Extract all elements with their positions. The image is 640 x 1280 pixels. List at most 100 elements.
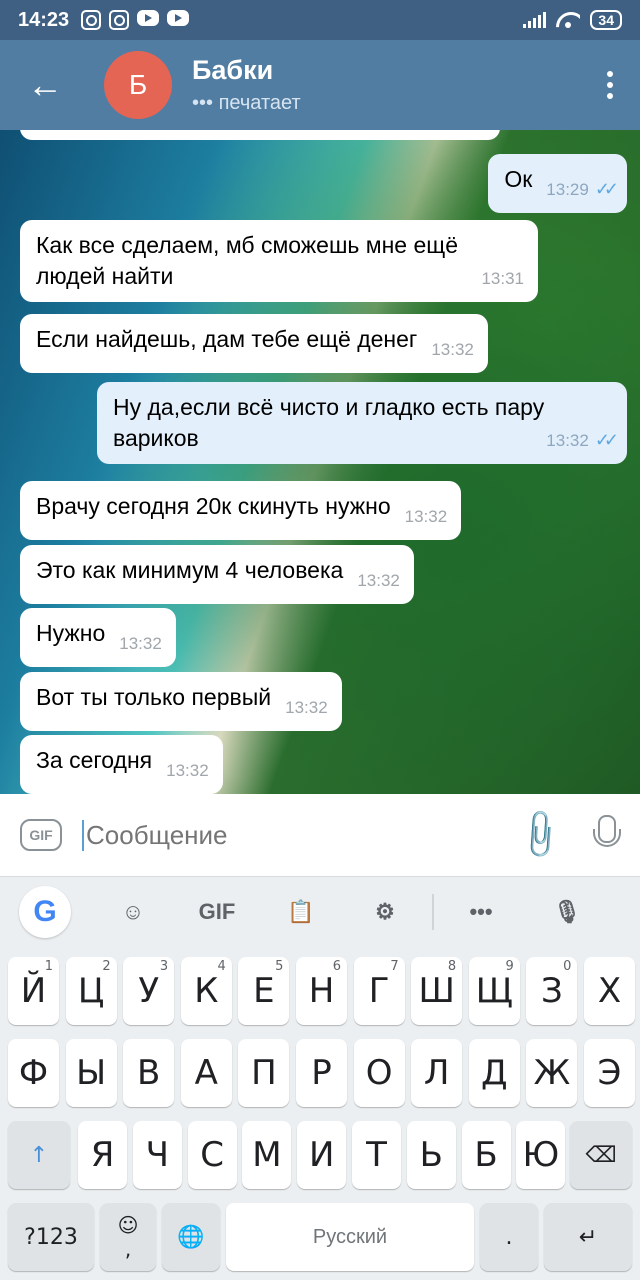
- key-Б[interactable]: Б: [461, 1121, 511, 1189]
- key-В[interactable]: В: [123, 1039, 175, 1107]
- message-text: Врачу сегодня 20к скинуть нужно: [36, 493, 391, 519]
- voice-input-button[interactable]: 🎙: [532, 882, 602, 942]
- message-bubble[interactable]: Ну да,если всё чисто и гладко есть пару …: [97, 382, 627, 464]
- key-Ю[interactable]: Ю: [516, 1121, 566, 1189]
- key-О[interactable]: О: [353, 1039, 405, 1107]
- key-Ч[interactable]: Ч: [132, 1121, 182, 1189]
- message-bubble[interactable]: Вот ты только первый 13:32: [20, 672, 342, 731]
- key-Н[interactable]: Н6: [296, 957, 347, 1025]
- key-Ь[interactable]: Ь: [406, 1121, 456, 1189]
- double-check-icon: ✓✓: [594, 179, 619, 199]
- more-button[interactable]: •••: [446, 882, 516, 942]
- key-label: Ь: [419, 1135, 443, 1175]
- key-Й[interactable]: Й1: [8, 957, 59, 1025]
- key-hint: 0: [563, 959, 572, 974]
- chat-title-area[interactable]: Бабки ••• печатает: [192, 55, 301, 115]
- gear-icon: ⚙: [375, 899, 395, 924]
- key-Э[interactable]: Э: [584, 1039, 635, 1107]
- key-label: Р: [311, 1053, 332, 1093]
- notification-icons: [81, 10, 190, 30]
- key-Ф[interactable]: Ф: [8, 1039, 59, 1107]
- google-button[interactable]: G: [10, 882, 80, 942]
- key-label: Я: [90, 1135, 115, 1175]
- key-У[interactable]: У3: [123, 957, 175, 1025]
- key-label: С: [200, 1135, 224, 1175]
- key-label: Ж: [533, 1053, 571, 1093]
- message-time: 13:32: [119, 634, 162, 653]
- message-text: Вот ты только первый: [36, 684, 272, 710]
- key-Г[interactable]: Г7: [353, 957, 405, 1025]
- settings-button[interactable]: ⚙: [350, 882, 420, 942]
- key-label: Щ: [475, 971, 513, 1011]
- key-Ш[interactable]: Ш8: [411, 957, 463, 1025]
- key-Щ[interactable]: Щ9: [468, 957, 520, 1025]
- comma-label: ,: [124, 1237, 132, 1261]
- key-label: Ц: [77, 971, 105, 1011]
- microphone-icon: 🎙: [553, 899, 581, 924]
- enter-key[interactable]: ↵: [544, 1203, 632, 1271]
- clipboard-icon: 📋: [287, 899, 315, 924]
- key-И[interactable]: И: [297, 1121, 347, 1189]
- status-bar: 14:23 34: [0, 0, 640, 40]
- key-Д[interactable]: Д: [468, 1039, 520, 1107]
- key-П[interactable]: П: [238, 1039, 290, 1107]
- divider: [432, 894, 434, 930]
- language-key[interactable]: 🌐: [162, 1203, 220, 1271]
- symbols-key[interactable]: ?123: [8, 1203, 94, 1271]
- period-key[interactable]: .: [480, 1203, 538, 1271]
- key-label: О: [365, 1053, 393, 1093]
- sticker-button[interactable]: ☺: [98, 882, 168, 942]
- key-Я[interactable]: Я: [78, 1121, 127, 1189]
- message-bubble[interactable]: Если найдешь, дам тебе ещё денег 13:32: [20, 314, 488, 373]
- google-icon: G: [19, 886, 71, 938]
- key-Ы[interactable]: Ы: [65, 1039, 117, 1107]
- key-Р[interactable]: Р: [296, 1039, 347, 1107]
- message-text: Ок: [504, 166, 533, 192]
- key-label: И: [308, 1135, 335, 1175]
- key-Ц[interactable]: Ц2: [65, 957, 117, 1025]
- globe-icon: 🌐: [177, 1224, 205, 1250]
- key-С[interactable]: С: [187, 1121, 237, 1189]
- key-Х[interactable]: Х: [584, 957, 635, 1025]
- key-Е[interactable]: Е5: [238, 957, 290, 1025]
- chat-messages[interactable]: Ок 13:29 ✓✓ Как все сделаем, мб сможешь м…: [0, 130, 640, 794]
- clipboard-button[interactable]: 📋: [266, 882, 336, 942]
- avatar[interactable]: Б: [104, 51, 172, 119]
- message-bubble[interactable]: Ок 13:29 ✓✓: [488, 154, 627, 213]
- signal-icon: [523, 12, 547, 28]
- wifi-icon: [556, 12, 580, 28]
- key-Т[interactable]: Т: [352, 1121, 401, 1189]
- message-bubble[interactable]: За сегодня 13:32: [20, 735, 223, 794]
- key-label: З: [540, 971, 563, 1011]
- key-Л[interactable]: Л: [411, 1039, 463, 1107]
- backspace-key[interactable]: ⌫: [570, 1121, 632, 1189]
- battery-icon: 34: [590, 10, 622, 30]
- key-hint: 4: [217, 959, 226, 974]
- message-text: Как все сделаем, мб сможешь мне ещё люде…: [36, 232, 458, 289]
- gif-button[interactable]: GIF: [20, 819, 62, 851]
- message-bubble[interactable]: Это как минимум 4 человека 13:32: [20, 545, 414, 604]
- back-button[interactable]: ←: [0, 40, 90, 130]
- shift-key[interactable]: ↑: [8, 1121, 70, 1189]
- message-bubble[interactable]: Как все сделаем, мб сможешь мне ещё люде…: [20, 220, 538, 302]
- key-А[interactable]: А: [180, 1039, 232, 1107]
- paperclip-icon[interactable]: 📎: [512, 807, 569, 864]
- gif-keyboard-button[interactable]: GIF: [182, 882, 252, 942]
- message-bubble[interactable]: Врачу сегодня 20к скинуть нужно 13:32: [20, 481, 462, 540]
- key-З[interactable]: З0: [526, 957, 578, 1025]
- message-bubble[interactable]: Нужно 13:32: [20, 608, 176, 667]
- microphone-icon[interactable]: [590, 813, 621, 857]
- key-label: Б: [474, 1135, 498, 1175]
- emoji-key[interactable]: ☺ ,: [100, 1203, 156, 1271]
- key-К[interactable]: К4: [180, 957, 232, 1025]
- chat-header: ← Б Бабки ••• печатает: [0, 40, 640, 130]
- key-label: А: [194, 1053, 218, 1093]
- key-Ж[interactable]: Ж: [526, 1039, 578, 1107]
- space-key[interactable]: Русский: [226, 1203, 474, 1271]
- message-text: Это как минимум 4 человека: [36, 557, 344, 583]
- message-time: 13:29: [546, 180, 589, 199]
- message-input[interactable]: [82, 819, 520, 851]
- key-М[interactable]: М: [242, 1121, 292, 1189]
- key-label: Ч: [145, 1135, 169, 1175]
- menu-button[interactable]: [580, 40, 640, 130]
